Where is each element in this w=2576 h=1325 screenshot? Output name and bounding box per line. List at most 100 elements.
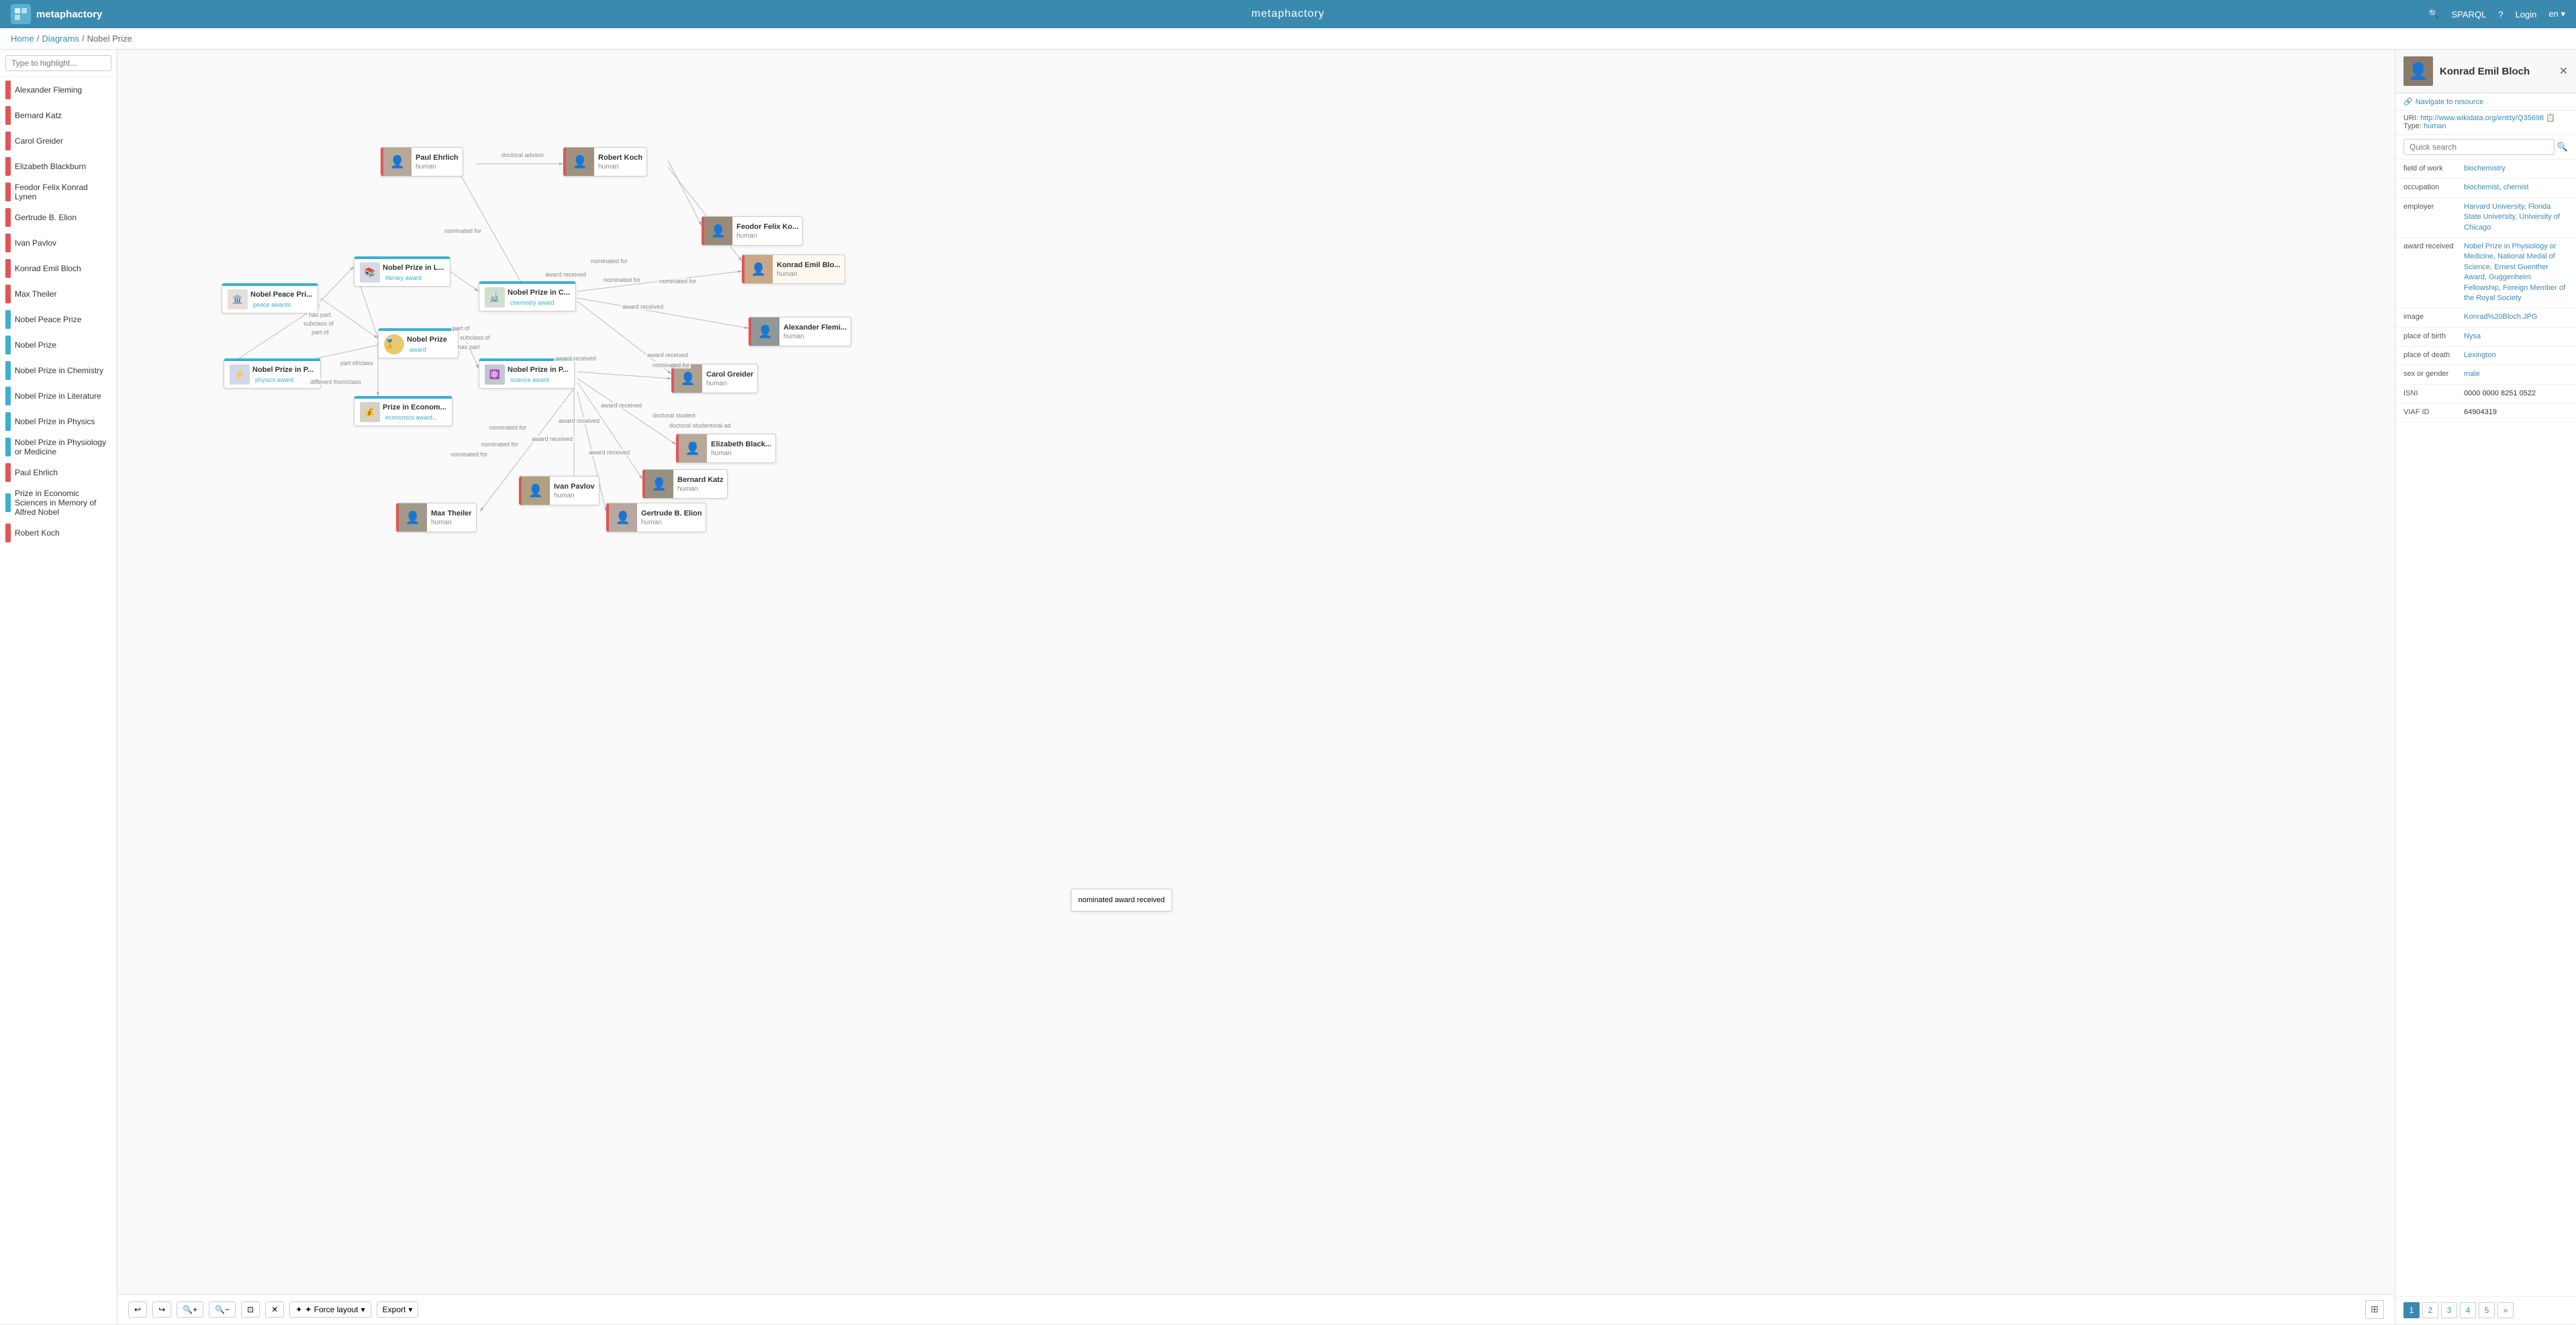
sidebar-item-dot-3 bbox=[5, 157, 11, 176]
node-elizabeth-type: human bbox=[711, 450, 771, 457]
sidebar-item-15[interactable]: Paul Ehrlich bbox=[0, 460, 117, 485]
page-btn-2[interactable]: 2 bbox=[2422, 1302, 2438, 1318]
sidebar-item-17[interactable]: Robert Koch bbox=[0, 520, 117, 546]
language-selector[interactable]: en ▾ bbox=[2548, 9, 2565, 19]
sidebar-item-2[interactable]: Carol Greider bbox=[0, 128, 117, 154]
node-nobel-science[interactable]: ⚛️ Nobel Prize in P... science award bbox=[479, 358, 575, 389]
sidebar-item-9[interactable]: Nobel Peace Prize bbox=[0, 307, 117, 332]
sidebar-item-10[interactable]: Nobel Prize bbox=[0, 332, 117, 358]
sidebar-item-12[interactable]: Nobel Prize in Literature bbox=[0, 383, 117, 409]
sidebar-item-label-16: Prize in Economic Sciences in Memory of … bbox=[15, 489, 111, 517]
search-icon[interactable]: 🔍 bbox=[2428, 9, 2439, 19]
node-nobel-literature[interactable]: 📚 Nobel Prize in L... literary award bbox=[354, 256, 450, 287]
award-icon: 🏛️ bbox=[228, 289, 248, 309]
breadcrumb-diagrams[interactable]: Diagrams bbox=[42, 34, 79, 44]
node-feodor-felix[interactable]: 👤 Feodor Felix Ko... human bbox=[702, 216, 803, 246]
sidebar-item-0[interactable]: Alexander Fleming bbox=[0, 77, 117, 103]
sidebar-item-3[interactable]: Elizabeth Blackburn bbox=[0, 154, 117, 179]
node-konrad-bloch[interactable]: 👤 Konrad Emil Blo... human bbox=[742, 254, 845, 284]
app-logo[interactable]: metaphactory bbox=[11, 4, 102, 24]
fit-button[interactable]: ⊡ bbox=[241, 1302, 260, 1318]
force-layout-button[interactable]: ✦ ✦ Force layout ▾ bbox=[289, 1302, 371, 1318]
expand-button[interactable]: ⊞ bbox=[2365, 1300, 2384, 1319]
reset-button[interactable]: ✕ bbox=[265, 1302, 284, 1318]
phys-icon: ⚡ bbox=[230, 364, 250, 385]
redo-button[interactable]: ↪ bbox=[152, 1302, 171, 1318]
sidebar-item-4[interactable]: Feodor Felix Konrad Lynen bbox=[0, 179, 117, 205]
zoom-out-icon: 🔍− bbox=[215, 1305, 230, 1314]
panel-row-0: field of work biochemistry bbox=[2395, 160, 2576, 179]
export-button[interactable]: Export ▾ bbox=[377, 1302, 419, 1318]
node-nobel-physics[interactable]: ⚡ Nobel Prize in P... physics award bbox=[224, 358, 321, 389]
zoom-in-button[interactable]: 🔍+ bbox=[177, 1302, 203, 1318]
breadcrumb-home[interactable]: Home bbox=[11, 34, 34, 44]
page-btn-4[interactable]: 4 bbox=[2460, 1302, 2476, 1318]
sidebar-item-5[interactable]: Gertrude B. Elion bbox=[0, 205, 117, 230]
sidebar-item-7[interactable]: Konrad Emil Bloch bbox=[0, 256, 117, 281]
page-btn-3[interactable]: 3 bbox=[2441, 1302, 2457, 1318]
node-prize-economics[interactable]: 💰 Prize in Econom... economics award... bbox=[354, 396, 452, 426]
sidebar-item-label-2: Carol Greider bbox=[15, 136, 63, 146]
panel-val-2[interactable]: Harvard University, Florida State Univer… bbox=[2464, 202, 2568, 233]
panel-properties: field of work biochemistry occupation bi… bbox=[2395, 160, 2576, 1296]
force-layout-label: ✦ Force layout bbox=[305, 1305, 358, 1314]
panel-val-4[interactable]: Konrad%20Bloch.JPG bbox=[2464, 312, 2568, 322]
panel-val-3[interactable]: Nobel Prize in Physiology or Medicine, N… bbox=[2464, 242, 2568, 303]
uri-value[interactable]: http://www.wikidata.org/entity/Q35698 bbox=[2420, 114, 2544, 122]
sidebar-search-input[interactable] bbox=[5, 55, 111, 71]
panel-close-button[interactable]: ✕ bbox=[2559, 64, 2568, 78]
node-robert-koch-name: Robert Koch bbox=[598, 153, 642, 162]
sidebar-item-dot-6 bbox=[5, 234, 11, 252]
sidebar-item-6[interactable]: Ivan Pavlov bbox=[0, 230, 117, 256]
node-max-theiler[interactable]: 👤 Max Theiler human bbox=[396, 503, 477, 532]
sparql-link[interactable]: SPARQL bbox=[2452, 9, 2487, 19]
panel-search-input[interactable] bbox=[2403, 139, 2555, 155]
help-icon[interactable]: ? bbox=[2498, 9, 2503, 19]
node-carol-name: Carol Greider bbox=[706, 370, 753, 379]
node-phys-tag: physics award bbox=[252, 376, 314, 384]
diagram-area: 👤 Paul Ehrlich human 👤 Robert Koch human… bbox=[117, 50, 2395, 1324]
undo-button[interactable]: ↩ bbox=[128, 1302, 147, 1318]
sidebar-item-8[interactable]: Max Theiler bbox=[0, 281, 117, 307]
node-alexander-fleming[interactable]: 👤 Alexander Flemi... human bbox=[749, 317, 851, 346]
sidebar-item-14[interactable]: Nobel Prize in Physiology or Medicine bbox=[0, 434, 117, 460]
panel-val-0[interactable]: biochemistry bbox=[2464, 164, 2568, 174]
panel-navigate-link[interactable]: 🔗 Navigate to resource bbox=[2395, 93, 2576, 111]
panel-key-7: sex or gender bbox=[2403, 369, 2464, 379]
panel-pagination: 12345» bbox=[2395, 1296, 2576, 1324]
node-robert-koch-type: human bbox=[598, 163, 642, 170]
panel-avatar: 👤 bbox=[2403, 56, 2433, 86]
node-robert-koch[interactable]: 👤 Robert Koch human bbox=[563, 147, 647, 177]
sidebar-item-dot-5 bbox=[5, 208, 11, 227]
node-elizabeth-blackburn[interactable]: 👤 Elizabeth Black... human bbox=[676, 434, 776, 463]
sidebar-item-1[interactable]: Bernard Katz bbox=[0, 103, 117, 128]
sidebar-item-11[interactable]: Nobel Prize in Chemistry bbox=[0, 358, 117, 383]
sidebar-item-13[interactable]: Nobel Prize in Physics bbox=[0, 409, 117, 434]
panel-val-6[interactable]: Lexington bbox=[2464, 350, 2568, 360]
edge-label-nominated-2: nominated for bbox=[589, 258, 629, 264]
node-nobel-chemistry[interactable]: 🔬 Nobel Prize in C... chemistry award bbox=[479, 281, 576, 311]
node-konrad-name: Konrad Emil Blo... bbox=[777, 260, 841, 270]
sidebar-item-16[interactable]: Prize in Economic Sciences in Memory of … bbox=[0, 485, 117, 520]
page-btn-»[interactable]: » bbox=[2497, 1302, 2514, 1318]
page-btn-5[interactable]: 5 bbox=[2479, 1302, 2495, 1318]
panel-title: Konrad Emil Bloch bbox=[2440, 66, 2553, 77]
main-layout: Alexander FlemingBernard Katz Carol Greid… bbox=[0, 50, 2576, 1324]
login-button[interactable]: Login bbox=[2516, 9, 2537, 19]
panel-val-5[interactable]: Nysa bbox=[2464, 332, 2568, 342]
node-paul-ehrlich[interactable]: 👤 Paul Ehrlich human bbox=[381, 147, 463, 177]
panel-search-icon[interactable]: 🔍 bbox=[2557, 142, 2568, 152]
node-bernard-katz[interactable]: 👤 Bernard Katz human bbox=[642, 469, 728, 499]
panel-val-7[interactable]: male bbox=[2464, 369, 2568, 379]
copy-uri-icon[interactable]: 📋 bbox=[2546, 114, 2555, 122]
page-btn-1[interactable]: 1 bbox=[2403, 1302, 2420, 1318]
panel-val-9: 64904319 bbox=[2464, 407, 2568, 418]
node-ivan-pavlov[interactable]: 👤 Ivan Pavlov human bbox=[519, 476, 600, 505]
reset-icon: ✕ bbox=[271, 1305, 278, 1314]
node-gertrude-elion[interactable]: 👤 Gertrude B. Elion human bbox=[606, 503, 706, 532]
zoom-out-button[interactable]: 🔍− bbox=[209, 1302, 236, 1318]
node-nobel-peace[interactable]: 🏛️ Nobel Peace Pri... peace awards bbox=[222, 283, 318, 313]
panel-val-1[interactable]: biochemist, chemist bbox=[2464, 183, 2568, 193]
diagram-toolbar: ↩ ↪ 🔍+ 🔍− ⊡ ✕ ✦ ✦ Force layout ▾ bbox=[117, 1294, 2395, 1324]
node-nobel-prize[interactable]: 🏅 Nobel Prize award bbox=[378, 328, 459, 358]
